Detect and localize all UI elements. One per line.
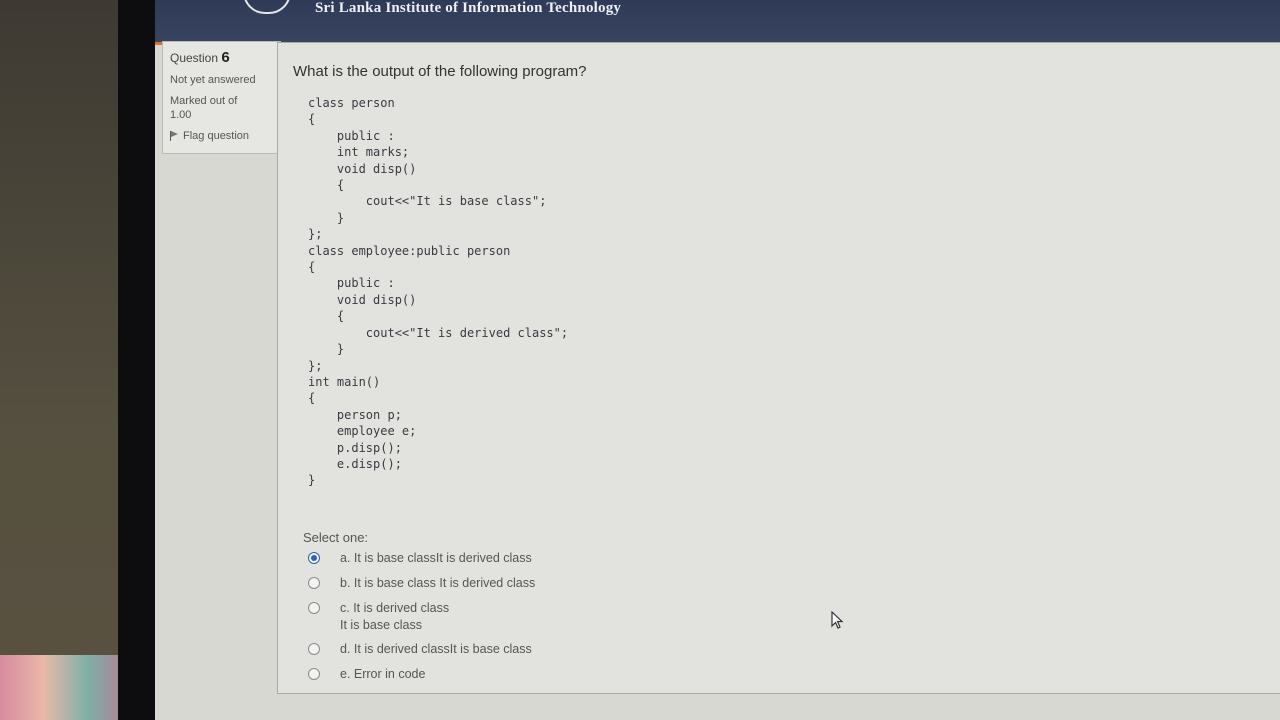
- marks-info: Marked out of 1.00: [170, 94, 280, 122]
- option-d-label: d. It is derived classIt is base class: [340, 642, 532, 656]
- question-text: What is the output of the following prog…: [293, 63, 587, 80]
- option-a[interactable]: a. It is base classIt is derived class: [308, 550, 532, 567]
- flag-question-link[interactable]: Flag question: [170, 130, 280, 142]
- radio-c[interactable]: [308, 602, 320, 614]
- option-d[interactable]: d. It is derived classIt is base class: [308, 641, 532, 658]
- question-label: Question: [170, 51, 219, 65]
- radio-a[interactable]: [308, 552, 320, 564]
- answer-status: Not yet answered: [170, 74, 256, 86]
- radio-b[interactable]: [308, 577, 320, 589]
- select-one-label: Select one:: [303, 530, 369, 545]
- option-b[interactable]: b. It is base class It is derived class: [308, 575, 535, 592]
- flag-icon: [170, 131, 179, 141]
- radio-e[interactable]: [308, 668, 320, 680]
- marked-label: Marked out of: [170, 95, 238, 107]
- option-c-label: c. It is derived class It is base class: [340, 601, 450, 632]
- marked-value: 1.00: [170, 109, 192, 121]
- radio-d[interactable]: [308, 643, 320, 655]
- flag-label: Flag question: [183, 130, 250, 142]
- monitor-bezel: [118, 0, 156, 720]
- question-number-value: 6: [221, 49, 230, 66]
- option-e[interactable]: e. Error in code: [308, 666, 425, 683]
- question-info-panel: Question 6 Not yet answered Marked out o…: [162, 41, 281, 154]
- option-b-label: b. It is base class It is derived class: [340, 576, 536, 590]
- option-e-label: e. Error in code: [340, 667, 426, 681]
- code-block: class person { public : int marks; void …: [308, 96, 569, 488]
- mouse-cursor-icon: [831, 611, 844, 629]
- brand-title: Sri Lanka Institute of Information Techn…: [315, 0, 622, 16]
- header-bar: Sri Lanka Institute of Information Techn…: [155, 0, 1280, 45]
- question-number: Question 6: [170, 49, 280, 66]
- option-a-label: a. It is base classIt is derived class: [340, 551, 532, 565]
- question-content: What is the output of the following prog…: [277, 42, 1280, 694]
- institute-logo-icon[interactable]: [243, 0, 291, 14]
- screen: Sri Lanka Institute of Information Techn…: [155, 0, 1280, 720]
- option-c[interactable]: c. It is derived class It is base class: [308, 600, 449, 634]
